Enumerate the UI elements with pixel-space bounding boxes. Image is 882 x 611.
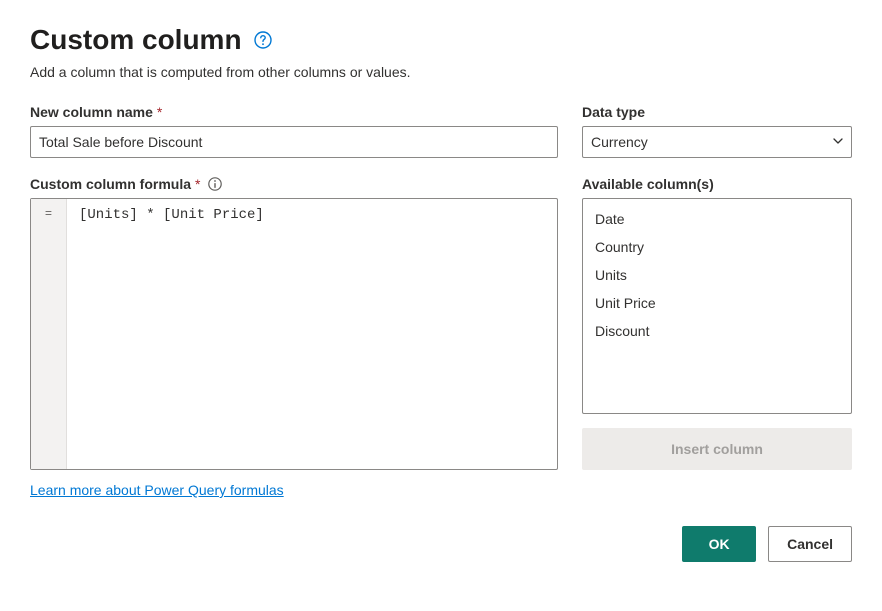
required-indicator: * — [195, 176, 200, 192]
info-icon[interactable] — [208, 177, 222, 191]
insert-column-button: Insert column — [582, 428, 852, 470]
available-columns-list: Date Country Units Unit Price Discount — [582, 198, 852, 414]
equals-sign: = — [45, 207, 52, 469]
dialog-header: Custom column — [30, 24, 852, 56]
new-column-name-label-text: New column name — [30, 104, 153, 120]
ok-button[interactable]: OK — [682, 526, 756, 562]
available-columns-label: Available column(s) — [582, 176, 852, 192]
new-column-name-label: New column name * — [30, 104, 558, 120]
dialog-subtitle: Add a column that is computed from other… — [30, 64, 852, 80]
cancel-button[interactable]: Cancel — [768, 526, 852, 562]
list-item[interactable]: Unit Price — [583, 289, 851, 317]
required-indicator: * — [157, 104, 162, 120]
formula-gutter: = — [31, 199, 67, 469]
formula-label-text: Custom column formula — [30, 176, 191, 192]
learn-more-link[interactable]: Learn more about Power Query formulas — [30, 482, 284, 498]
data-type-select[interactable]: Currency — [582, 126, 852, 158]
formula-editor[interactable]: [Units] * [Unit Price] — [67, 199, 557, 469]
new-column-name-input[interactable] — [30, 126, 558, 158]
data-type-value: Currency — [591, 134, 648, 150]
list-item[interactable]: Country — [583, 233, 851, 261]
page-title: Custom column — [30, 24, 242, 56]
list-item[interactable]: Discount — [583, 317, 851, 345]
dialog-footer: OK Cancel — [30, 526, 852, 562]
data-type-label: Data type — [582, 104, 852, 120]
list-item[interactable]: Date — [583, 205, 851, 233]
help-icon[interactable] — [254, 31, 272, 49]
formula-editor-container: = [Units] * [Unit Price] — [30, 198, 558, 470]
list-item[interactable]: Units — [583, 261, 851, 289]
formula-label: Custom column formula * — [30, 176, 558, 192]
